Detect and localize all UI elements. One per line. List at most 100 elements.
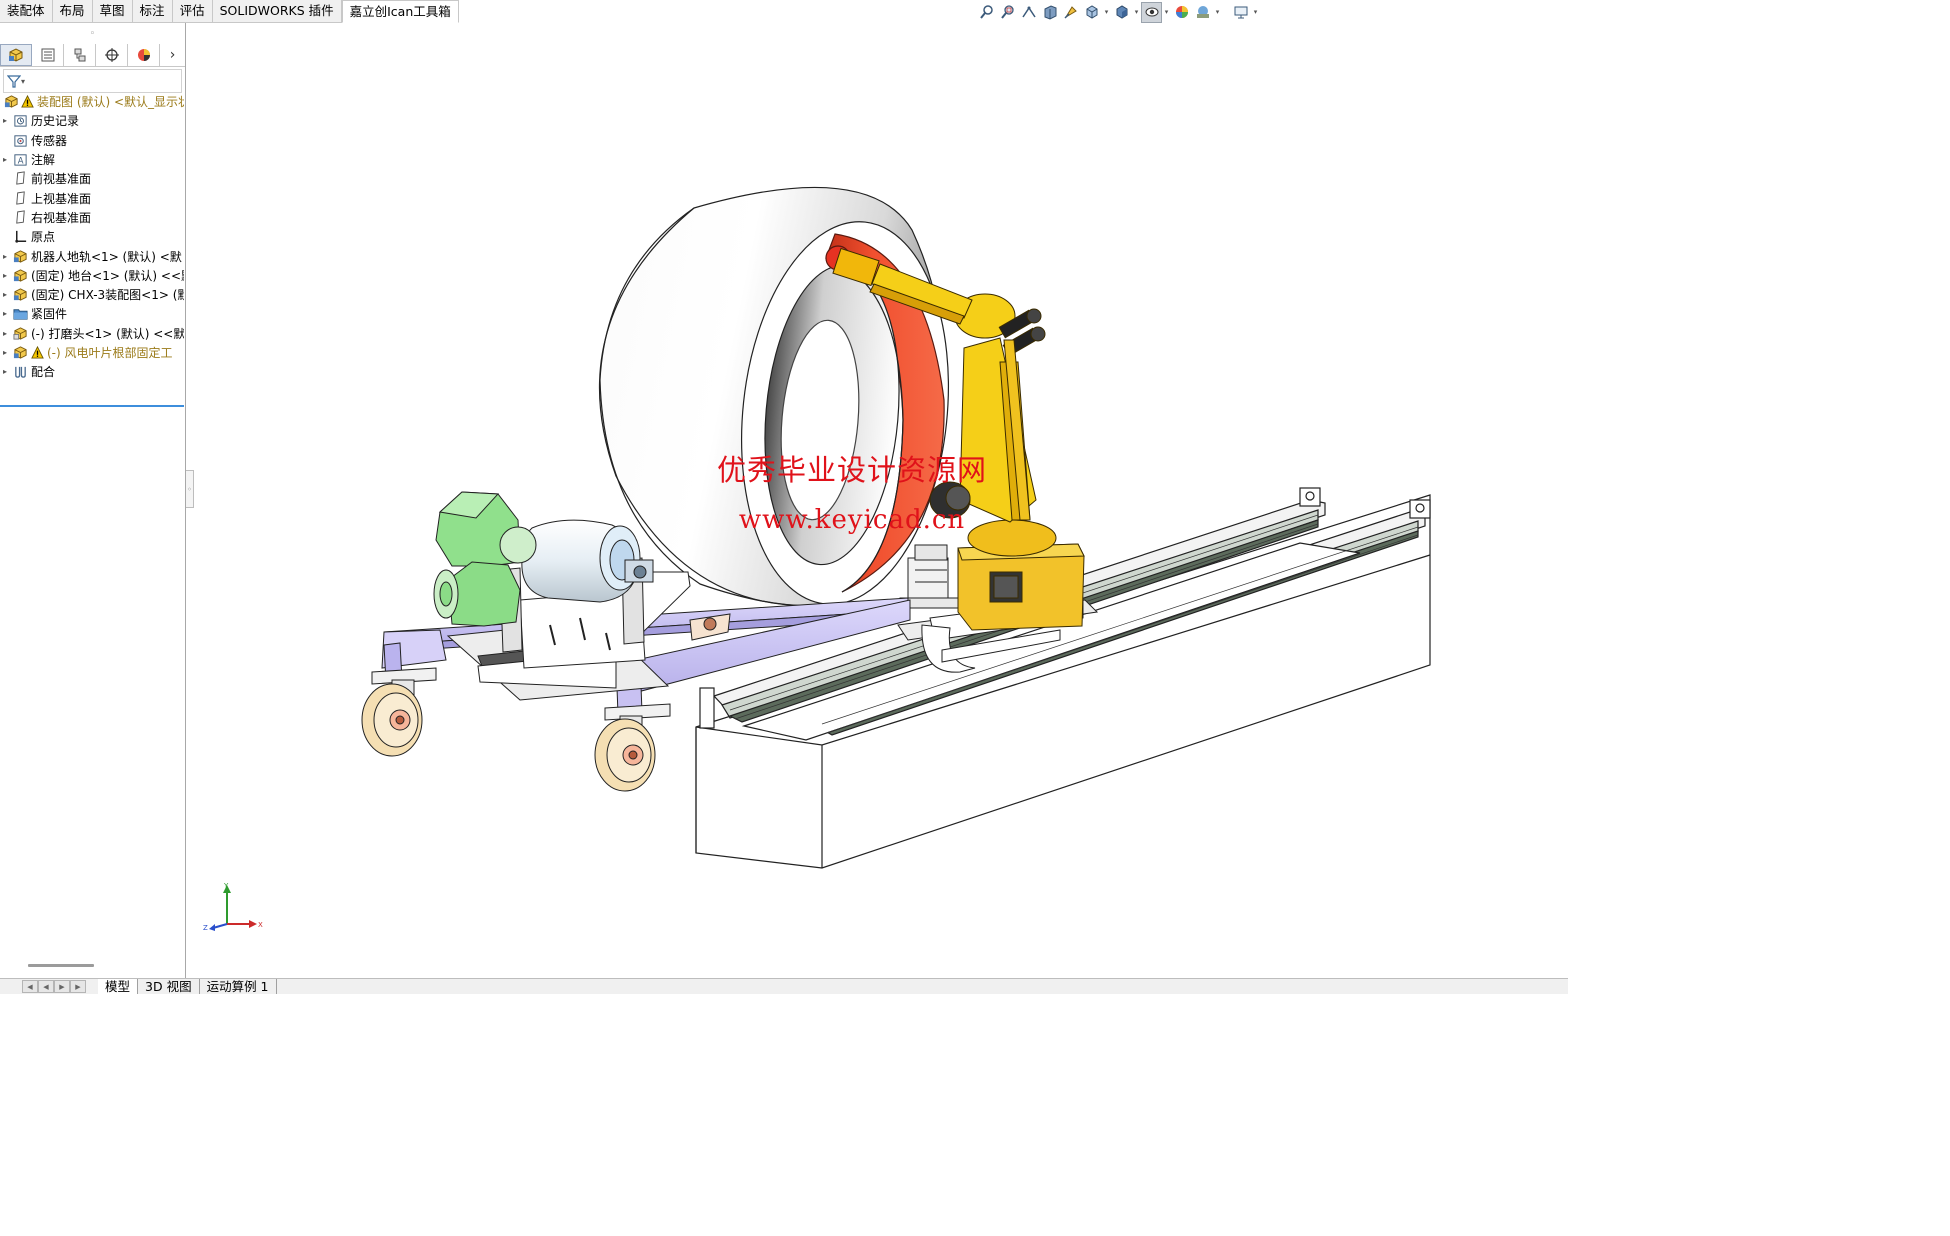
triad-z-label: Z [203,924,208,931]
triad-y-label: Y [223,882,229,890]
zoom-to-area-icon[interactable] [997,2,1018,23]
tree-scrollbar[interactable] [28,964,94,967]
tree-item-annotations[interactable]: ▸ A 注解 [0,150,184,169]
subassembly-icon [12,325,28,341]
dynamic-annotation-icon[interactable] [1060,2,1081,23]
subassembly-icon [12,287,28,303]
last-tab-icon[interactable]: ▶ [70,980,86,993]
tree-item-label: 上视基准面 [31,191,92,206]
warning-icon [30,345,44,361]
hide-show-items-icon[interactable] [1141,1,1162,23]
tree-item-platform[interactable]: ▸ (固定) 地台<1> (默认) <<默 [0,266,184,285]
tree-item-origin[interactable]: 原点 [0,227,184,246]
history-icon [12,113,28,129]
filter-dropdown-icon: ▾ [21,76,26,86]
section-view-icon[interactable] [1039,2,1060,23]
expand-arrow-icon[interactable]: ▸ [0,290,10,299]
apply-scene-icon[interactable] [1192,2,1213,23]
sensor-icon [12,132,28,148]
display-style-icon[interactable] [1111,2,1132,23]
chevron-down-icon[interactable]: ▾ [1213,2,1222,23]
expand-arrow-icon[interactable]: ▸ [0,367,10,376]
assembly-icon [3,94,19,110]
tab-model[interactable]: 模型 [98,978,139,994]
chevron-down-icon[interactable]: ▾ [1132,2,1141,23]
tab-sketch[interactable]: 草图 [92,0,133,23]
chevron-down-icon[interactable]: ▾ [1102,2,1111,23]
watermark: 优秀毕业设计资源网 www.keyicad.cn [642,450,1062,540]
tab-evaluate[interactable]: 评估 [172,0,213,23]
tab-motion-study[interactable]: 运动算例 1 [200,978,277,994]
tree-item-blade-root-fixture[interactable]: ▸ (-) 风电叶片根部固定工 [0,343,184,362]
graphics-area[interactable]: 优秀毕业设计资源网 www.keyicad.cn Y X Z [187,23,1568,978]
tree-item-history[interactable]: ▸ 历史记录 [0,111,184,130]
next-tab-icon[interactable]: ▶ [54,980,70,993]
tree-item-grinding-head[interactable]: ▸ (-) 打磨头<1> (默认) <<默 [0,324,184,343]
tree-root[interactable]: 装配图 (默认) <默认_显示状 [0,92,184,111]
more-tabs-chevron-icon[interactable]: › [160,47,185,63]
tree-item-label: (-) 风电叶片根部固定工 [47,346,173,360]
view-settings-icon[interactable] [1230,2,1251,23]
reference-triad: Y X Z [203,882,263,931]
annotation-icon: A [12,152,28,168]
propertymanager-tab[interactable] [32,44,64,66]
tree-item-label: (固定) CHX-3装配图<1> (默 [31,288,184,303]
tab-layout[interactable]: 布局 [52,0,93,23]
tree-item-label: 注解 [31,153,56,168]
tree-filter[interactable]: ▾ [3,69,182,93]
tree-item-right-plane[interactable]: 右视基准面 [0,208,184,227]
solidworks-window: 装配体 布局 草图 标注 评估 SOLIDWORKS 插件 嘉立创Ican工具箱… [0,0,1568,994]
tree-item-sensors[interactable]: 传感器 [0,131,184,150]
tree-item-chx3[interactable]: ▸ (固定) CHX-3装配图<1> (默 [0,285,184,304]
expand-arrow-icon[interactable]: ▸ [0,271,10,280]
warning-icon [20,94,34,110]
expand-arrow-icon[interactable]: ▸ [0,309,10,318]
tree-item-robot-rail[interactable]: ▸ 机器人地轨<1> (默认) <默 [0,246,184,265]
expand-arrow-icon[interactable]: ▸ [0,348,10,357]
tree-item-label: 配合 [31,365,56,380]
plane-icon [12,190,28,206]
configurationmanager-tab[interactable] [64,44,96,66]
watermark-url: www.keyicad.cn [738,505,966,535]
tab-ican-toolbox[interactable]: 嘉立创Ican工具箱 [341,0,459,23]
previous-view-icon[interactable] [1018,2,1039,23]
origin-icon [12,229,28,245]
tree-item-fasteners[interactable]: ▸ 紧固件 [0,304,184,323]
expand-arrow-icon[interactable]: ▸ [0,155,10,164]
command-manager-tabs: 装配体 布局 草图 标注 评估 SOLIDWORKS 插件 嘉立创Ican工具箱 [0,0,480,23]
featuremanager-tab[interactable] [0,44,32,66]
blade-root-drum [598,186,950,607]
tree-item-front-plane[interactable]: 前视基准面 [0,169,184,188]
dimxpert-tab[interactable] [96,44,128,66]
tree-item-label: (-) 打磨头<1> (默认) <<默 [31,326,184,341]
first-tab-icon[interactable]: ◀ [22,980,38,993]
tree-item-mates[interactable]: ▸ 配合 [0,362,184,381]
expand-arrow-icon[interactable]: ▸ [0,116,10,125]
displaymanager-tab[interactable] [128,44,160,66]
tab-3d-views[interactable]: 3D 视图 [138,978,200,994]
expand-arrow-icon[interactable]: ▸ [0,252,10,261]
previous-tab-icon[interactable]: ◀ [38,980,54,993]
tree-item-label: 传感器 [31,133,68,148]
tab-markup[interactable]: 标注 [132,0,173,23]
expand-arrow-icon[interactable]: ▸ [0,329,10,338]
tree-item-top-plane[interactable]: 上视基准面 [0,188,184,207]
subassembly-icon [12,248,28,264]
chevron-down-icon[interactable]: ▾ [1162,2,1171,23]
rollback-bar[interactable] [0,405,184,407]
tree-item-label: 历史记录 [31,114,80,129]
view-orientation-icon[interactable] [1081,2,1102,23]
folder-icon [12,306,28,322]
chevron-down-icon[interactable]: ▾ [1251,2,1260,23]
panel-grip-icon[interactable]: ◦ [0,23,185,44]
tree-item-label: 前视基准面 [31,172,92,187]
edit-appearance-icon[interactable] [1171,2,1192,23]
feature-tree: 装配图 (默认) <默认_显示状 ▸ 历史记录 传感器 ▸ A 注解 前视基准面 [0,92,184,381]
mates-icon [12,364,28,380]
tab-solidworks-addins[interactable]: SOLIDWORKS 插件 [212,0,342,23]
tab-assembly[interactable]: 装配体 [0,0,53,23]
configuration-icon [74,48,85,62]
zoom-to-fit-icon[interactable] [976,2,997,23]
subassembly-icon [12,267,28,283]
featuremanager-panel: ◦ › ▾ 装配图 (默认) <默认_显示状 ▸ 历史记录 传感器 ▸ A 注解… [0,23,186,978]
